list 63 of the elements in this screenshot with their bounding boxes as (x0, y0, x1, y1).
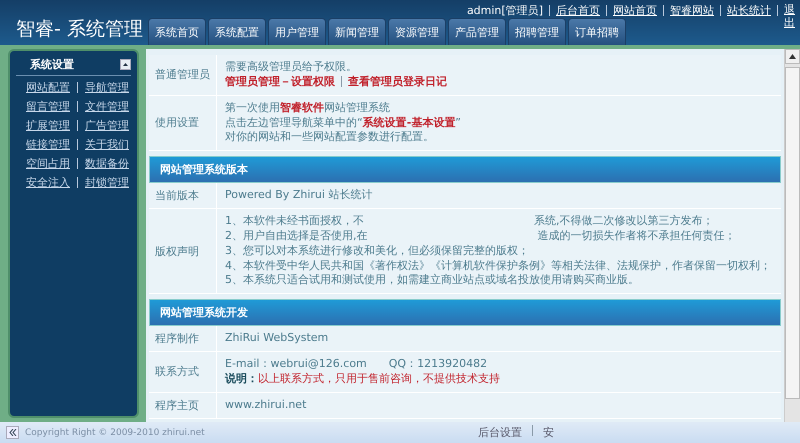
sidebar-link[interactable]: 广告管理 (85, 118, 129, 133)
admin-link[interactable]: 查看管理员登录日记 (348, 74, 447, 88)
sidebar-link[interactable]: 扩展管理 (26, 118, 70, 133)
row-label: 使用设置 (149, 96, 217, 150)
sidebar-link[interactable]: 导航管理 (85, 80, 129, 95)
text-line: 第一次使用智睿软件网站管理系统 (225, 100, 391, 116)
sidebar-link[interactable]: 安全注入 (26, 175, 70, 190)
row-label: 程序制作 (149, 326, 217, 352)
section-header: 网站管理系统开发 (149, 299, 781, 326)
top-link[interactable]: 智睿网站 (670, 3, 714, 18)
sidebar-title: 系统设置 (30, 57, 74, 72)
text-line: Powered By Zhirui 站长统计 (225, 188, 372, 204)
sidebar-link[interactable]: 链接管理 (26, 137, 70, 152)
nav-tab[interactable]: 产品管理 (448, 18, 506, 45)
top-link[interactable]: 站长统计 (727, 3, 771, 18)
text-line: 需要高级管理员给予权限。 (225, 60, 358, 75)
sidebar-link[interactable]: 留言管理 (26, 99, 70, 114)
text-line: 5、本系统只适合试用和测试使用，如需建立商业站点或域名投放使用请购买商业版。 (225, 273, 640, 288)
note-text: 说明：以上联系方式，只用于售前咨询，不提供技术支持 (225, 372, 500, 387)
footer-link[interactable]: 后台设置 (478, 425, 522, 440)
text-line: 造成的一切损失作者将不承担任何责任； (538, 228, 736, 242)
user-label: admin[管理员] (466, 3, 543, 18)
nav-tab[interactable]: 订单招聘 (568, 18, 626, 45)
nav-tab[interactable]: 新闻管理 (328, 18, 386, 45)
row-label: 版权声明 (149, 209, 217, 294)
double-chevron-icon (8, 429, 16, 436)
nav-tab[interactable]: 系统首页 (148, 18, 206, 45)
sidebar-link[interactable]: 文件管理 (85, 99, 129, 114)
top-link[interactable]: 退出 (784, 3, 796, 30)
section-header: 网站管理系统版本 (149, 156, 781, 184)
footer-link[interactable]: 安 (543, 425, 554, 440)
text-line: 对你的网站和一些网站配置参数进行配置。 (225, 130, 435, 146)
text-line: 系统,不得做二次修改以第三方发布； (534, 214, 714, 228)
nav-tab[interactable]: 系统配置 (208, 18, 266, 45)
scroll-up-icon[interactable] (789, 54, 796, 59)
row-label: 程序主页 (149, 392, 217, 418)
nav-tab[interactable]: 用户管理 (268, 18, 326, 45)
sidebar-link[interactable]: 数据备份 (85, 156, 129, 171)
nav-tab[interactable]: 招聘管理 (508, 18, 566, 45)
text-line: 1、本软件未经书面授权，不 (225, 214, 364, 228)
top-link[interactable]: 后台首页 (556, 3, 600, 18)
admin-link[interactable]: 管理员管理－设置权限 (225, 74, 335, 88)
top-link[interactable]: 网站首页 (613, 3, 657, 18)
text-line: ZhiRui WebSystem (225, 331, 328, 346)
sidebar-link[interactable]: 网站配置 (26, 80, 70, 95)
collapse-sidebar-button[interactable] (6, 426, 19, 439)
brand-title: 智睿- 系统管理 (15, 17, 144, 42)
text-line: 4、本软件受中华人民共和国《著作权法》《计算机软件保护条例》等相关法律、法规保护，作者保留一切权利； (225, 258, 771, 274)
text-line: www.zhirui.net (225, 398, 306, 413)
nav-tab[interactable]: 资源管理 (388, 18, 446, 45)
text-line: 点击左边管理导航菜单中的“系统设置-基本设置” (225, 116, 461, 130)
scrollbar[interactable] (784, 49, 800, 422)
text-line: 3、您可以对本系统进行修改和美化，但必须保留完整的版权； (225, 244, 530, 259)
row-label: 当前版本 (149, 183, 217, 208)
sidebar-link[interactable]: 空间占用 (26, 156, 70, 171)
text-line: E-mail：webrui@126.com QQ：1213920482 (225, 357, 488, 372)
collapse-icon[interactable] (120, 59, 131, 70)
copyright-text: Copyright Right © 2009-2010 zhirui.net (25, 428, 205, 438)
sidebar-link[interactable]: 关于我们 (85, 137, 129, 152)
text-line: 2、用户自由选择是否使用,在 (225, 228, 368, 242)
sidebar-link[interactable]: 封锁管理 (85, 175, 129, 190)
row-label: 普通管理员 (149, 55, 217, 95)
row-label: 联系方式 (149, 352, 217, 392)
